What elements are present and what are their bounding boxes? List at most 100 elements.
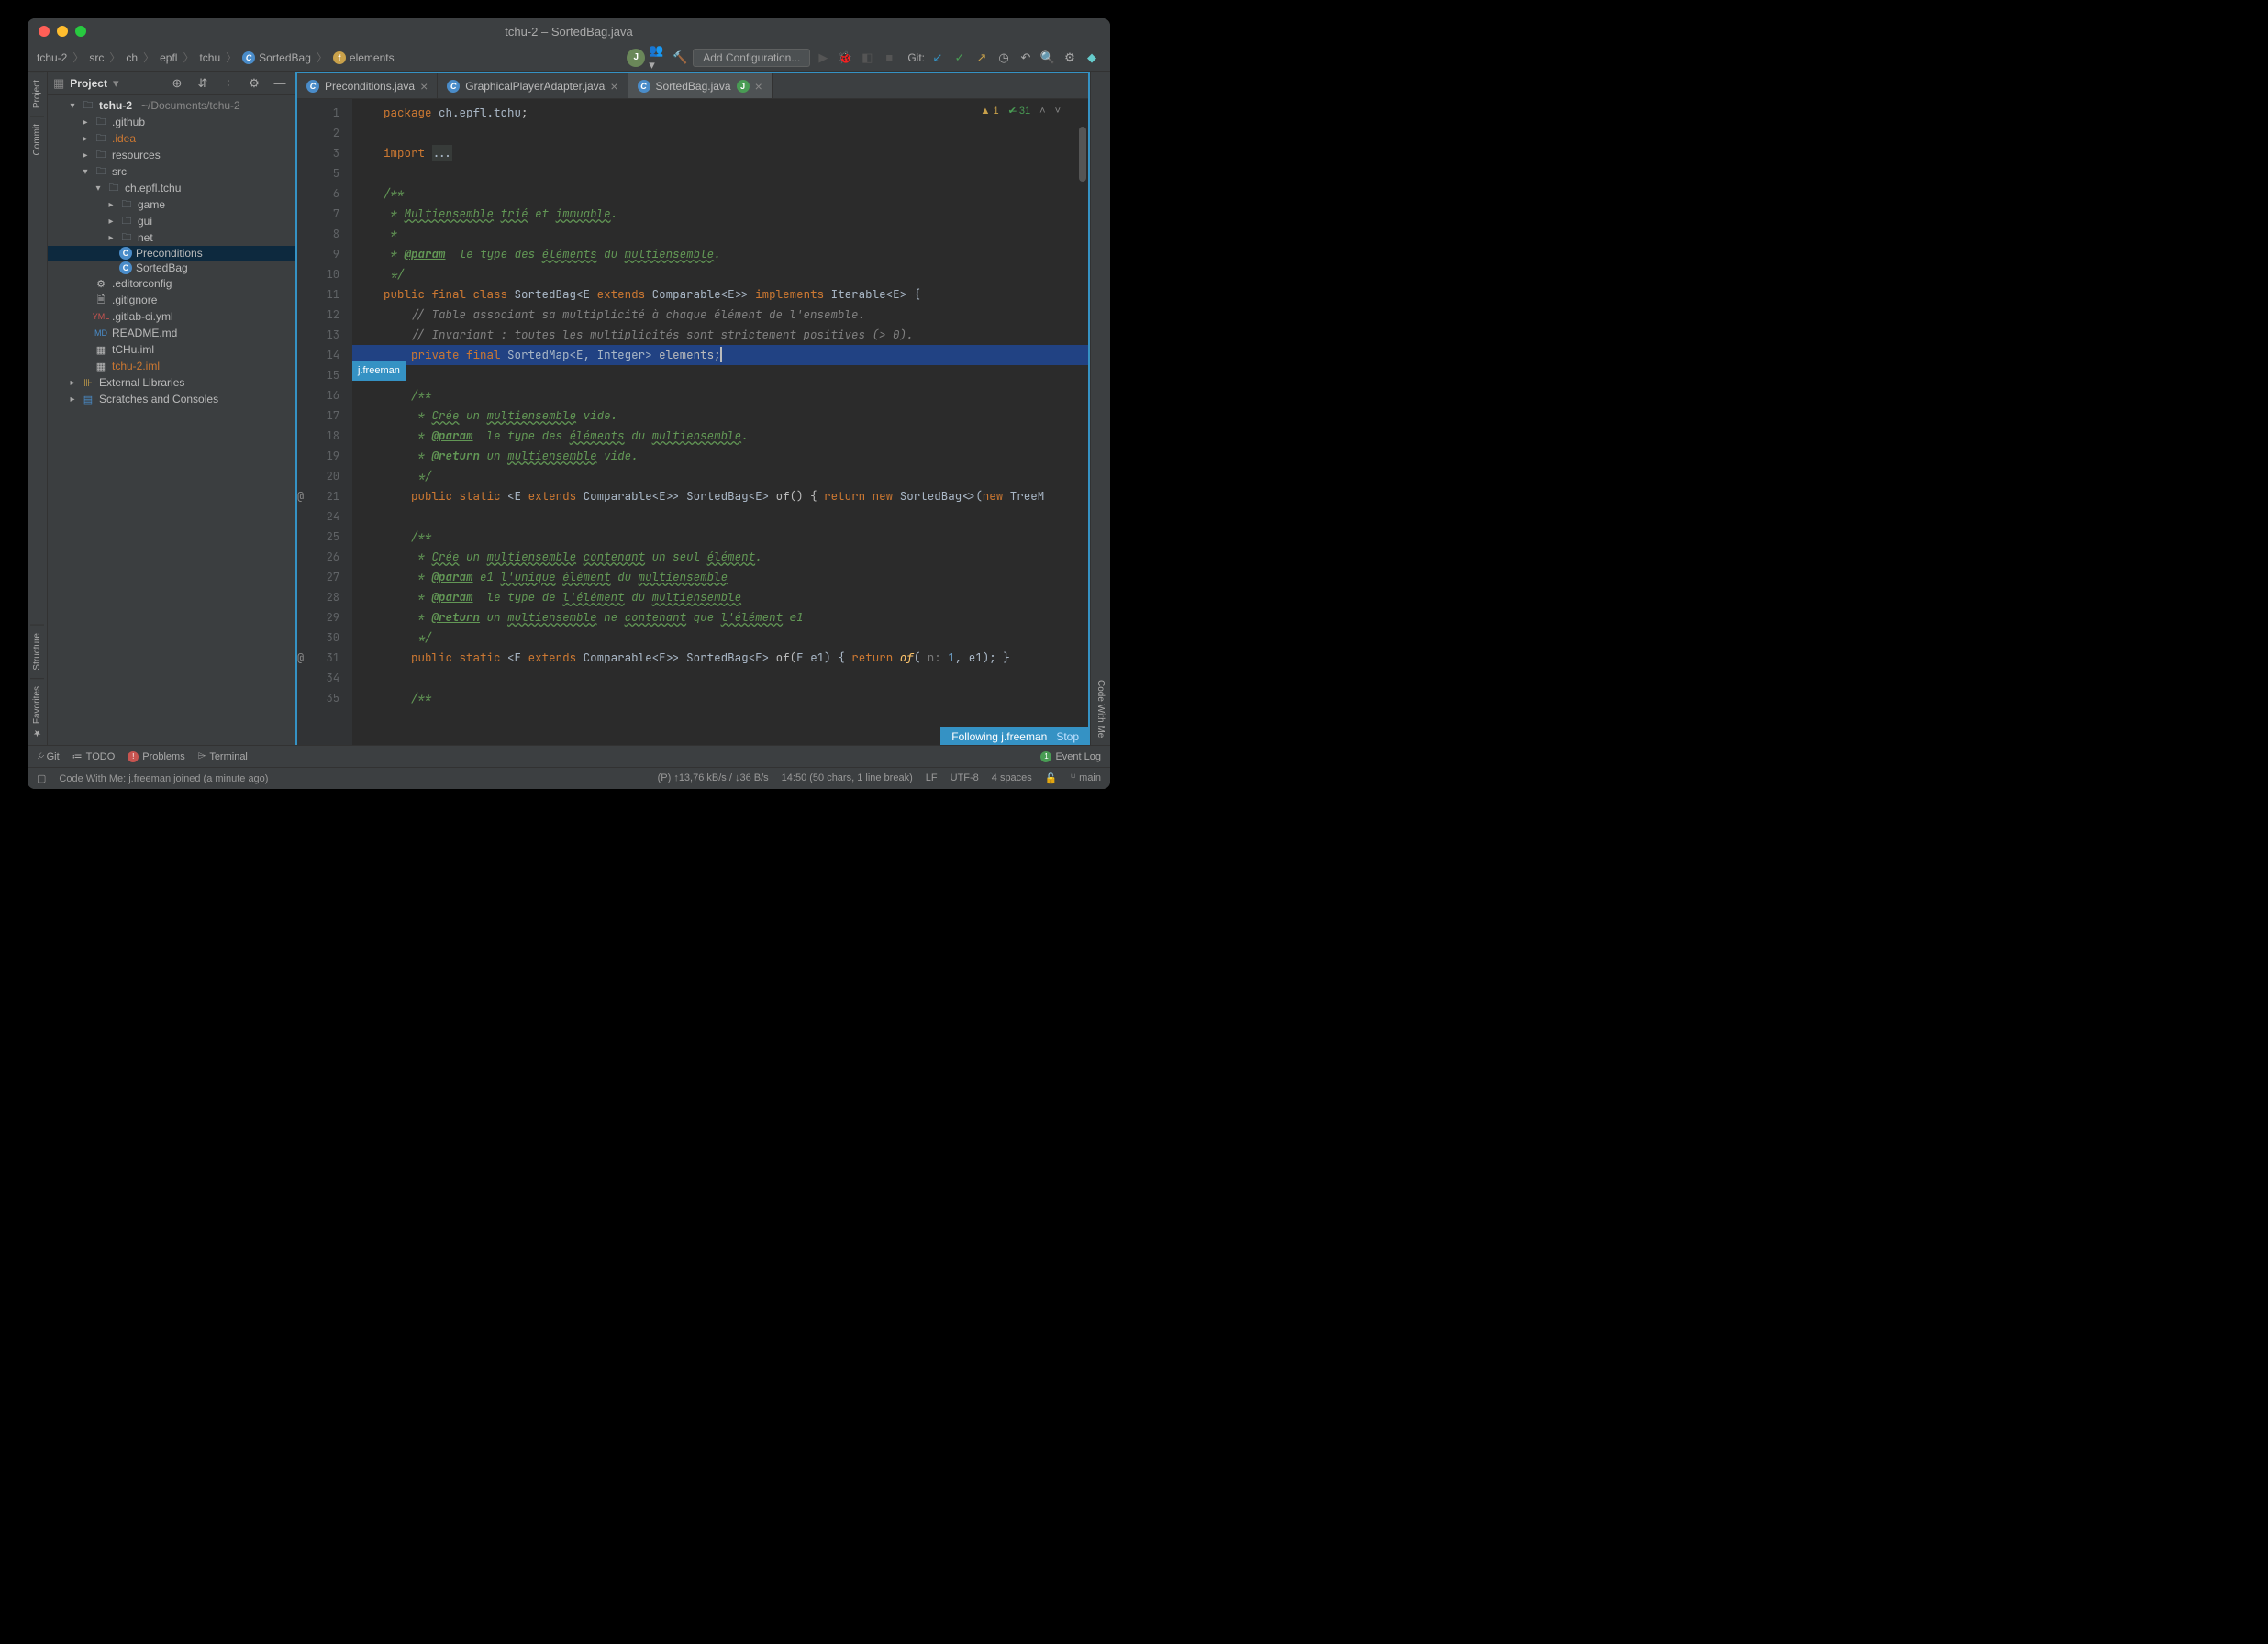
typo-icon[interactable]: ✔̶ 31 xyxy=(1008,105,1031,117)
tree-item[interactable]: ▦tchu-2.iml xyxy=(48,358,295,374)
stop-icon[interactable]: ■ xyxy=(880,49,898,67)
search-icon[interactable]: 🔍 xyxy=(1039,49,1057,67)
select-opened-icon[interactable]: ⊕ xyxy=(168,74,186,93)
event-log[interactable]: 1Event Log xyxy=(1040,751,1101,762)
minimize-window-button[interactable] xyxy=(57,26,68,37)
scrollbar-thumb[interactable] xyxy=(1079,127,1086,182)
maximize-window-button[interactable] xyxy=(75,26,86,37)
status-lock-icon[interactable]: 🔓 xyxy=(1045,772,1058,784)
java-class-icon: C xyxy=(306,80,319,93)
yml-icon: YML xyxy=(94,309,108,324)
editor[interactable]: 123567891011121314151617181920@212425262… xyxy=(297,99,1088,745)
run-icon[interactable]: ▶ xyxy=(814,49,832,67)
close-window-button[interactable] xyxy=(39,26,50,37)
ide-logo-icon[interactable]: ◆ xyxy=(1083,49,1101,67)
inspect-up-icon[interactable]: ˄ xyxy=(1040,106,1045,117)
git-history-icon[interactable]: ◷ xyxy=(995,49,1013,67)
coverage-icon[interactable]: ◧ xyxy=(858,49,876,67)
editor-tab[interactable]: CSortedBag.javaJ× xyxy=(628,73,773,98)
sidebar-header: ▦ Project ▾ ⊕ ⇵ ÷ ⚙ — xyxy=(48,72,295,95)
sidebar-settings-icon[interactable]: ⚙ xyxy=(245,74,263,93)
warning-icon[interactable]: ▲ 1 xyxy=(981,106,999,117)
tool-favorites-tab[interactable]: ★Favorites xyxy=(30,678,44,745)
tree-item[interactable]: ▸🗀net xyxy=(48,229,295,246)
folder-icon: 🗀 xyxy=(81,98,95,113)
editor-tab[interactable]: CPreconditions.java× xyxy=(297,73,438,98)
collapse-all-icon[interactable]: ÷ xyxy=(219,74,238,93)
git-rollback-icon[interactable]: ↶ xyxy=(1017,49,1035,67)
tree-item[interactable]: CPreconditions xyxy=(48,246,295,261)
code-area[interactable]: package ch.epfl.tchu; import ... /** * M… xyxy=(352,99,1088,745)
right-tool-gutter: Code With Me xyxy=(1090,72,1110,745)
following-stop-button[interactable]: Stop xyxy=(1056,730,1079,743)
git-push-icon[interactable]: ↗ xyxy=(973,49,991,67)
settings-icon[interactable]: ⚙ xyxy=(1061,49,1079,67)
run-config-button[interactable]: Add Configuration... xyxy=(693,49,810,67)
tree-item[interactable]: ▦tCHu.iml xyxy=(48,341,295,358)
sidebar-title: Project xyxy=(70,77,107,90)
status-message: Code With Me: j.freeman joined (a minute… xyxy=(59,773,268,784)
tool-terminal[interactable]: ⌲Terminal xyxy=(198,750,248,762)
status-line-sep[interactable]: LF xyxy=(926,772,938,784)
tree-item[interactable]: ▸🗀.github xyxy=(48,114,295,130)
tree-item[interactable]: ⚙.editorconfig xyxy=(48,275,295,292)
close-tab-icon[interactable]: × xyxy=(755,79,762,94)
tool-structure-tab[interactable]: Structure xyxy=(30,625,44,678)
left-tool-gutter: Project Commit Structure ★Favorites xyxy=(28,72,48,745)
tool-git[interactable]: ⑂Git xyxy=(37,751,60,762)
tree-item[interactable]: ▸🗀.idea xyxy=(48,130,295,147)
status-position[interactable]: 14:50 (50 chars, 1 line break) xyxy=(782,772,913,784)
tool-commit-tab[interactable]: Commit xyxy=(30,116,44,162)
tree-item[interactable]: CSortedBag xyxy=(48,261,295,275)
tree-item[interactable]: ▾🗀src xyxy=(48,163,295,180)
status-encoding[interactable]: UTF-8 xyxy=(951,772,979,784)
project-tree[interactable]: ▾🗀tchu-2~/Documents/tchu-2▸🗀.github▸🗀.id… xyxy=(48,95,295,745)
breadcrumb[interactable]: tchu-2〉 src〉 ch〉 epfl〉 tchu〉 CSortedBag〉… xyxy=(37,50,395,65)
iml-icon: ▦ xyxy=(94,359,108,373)
window-title: tchu-2 – SortedBag.java xyxy=(505,25,632,39)
git-commit-icon[interactable]: ✓ xyxy=(951,49,969,67)
tool-problems[interactable]: !Problems xyxy=(128,751,184,762)
status-branch[interactable]: ⑂ main xyxy=(1071,772,1102,784)
tool-todo[interactable]: ≔TODO xyxy=(72,750,116,762)
tree-item[interactable]: ▸🗀game xyxy=(48,196,295,213)
tree-item[interactable]: ▸▤Scratches and Consoles xyxy=(48,391,295,407)
line-gutter[interactable]: 123567891011121314151617181920@212425262… xyxy=(297,99,352,745)
git-update-icon[interactable]: ↙ xyxy=(928,49,947,67)
tree-item[interactable]: MDREADME.md xyxy=(48,325,295,341)
inspection-widget[interactable]: ▲ 1 ✔̶ 31 ˄ ˅ xyxy=(981,105,1061,117)
class-icon: C xyxy=(119,247,132,260)
bottom-toolbar: ⑂Git ≔TODO !Problems ⌲Terminal 1Event Lo… xyxy=(28,745,1110,767)
editor-tab[interactable]: CGraphicalPlayerAdapter.java× xyxy=(438,73,628,98)
cwm-users-icon[interactable]: 👥▾ xyxy=(649,49,667,67)
project-sidebar: ▦ Project ▾ ⊕ ⇵ ÷ ⚙ — ▾🗀tchu-2~/Document… xyxy=(48,72,295,745)
tool-cwm-tab[interactable]: Code With Me xyxy=(1094,672,1107,745)
tree-item[interactable]: ▸⊪External Libraries xyxy=(48,374,295,391)
hide-sidebar-icon[interactable]: — xyxy=(271,74,289,93)
user-avatar[interactable]: J xyxy=(627,49,645,67)
inspect-down-icon[interactable]: ˅ xyxy=(1055,106,1061,117)
tree-item[interactable]: ▾🗀tchu-2~/Documents/tchu-2 xyxy=(48,97,295,114)
folder-icon: 🗀 xyxy=(119,230,134,245)
close-tab-icon[interactable]: × xyxy=(610,79,617,94)
tree-item[interactable]: ▸🗀resources xyxy=(48,147,295,163)
folder-icon: 🗀 xyxy=(94,164,108,179)
following-label: Following j.freeman xyxy=(951,730,1047,743)
tool-project-tab[interactable]: Project xyxy=(30,72,44,116)
tree-item[interactable]: ▾🗀ch.epfl.tchu xyxy=(48,180,295,196)
folder-icon: 🗀 xyxy=(94,131,108,146)
ide-window: tchu-2 – SortedBag.java tchu-2〉 src〉 ch〉… xyxy=(28,18,1110,789)
tree-item[interactable]: ▸🗀gui xyxy=(48,213,295,229)
status-indent[interactable]: 4 spaces xyxy=(992,772,1032,784)
java-class-icon: C xyxy=(638,80,650,93)
tree-item[interactable]: YML.gitlab-ci.yml xyxy=(48,308,295,325)
scratch-icon: ▤ xyxy=(81,392,95,406)
tree-item[interactable]: 🗎.gitignore xyxy=(48,292,295,308)
close-tab-icon[interactable]: × xyxy=(420,79,428,94)
expand-all-icon[interactable]: ⇵ xyxy=(194,74,212,93)
build-icon[interactable]: 🔨 xyxy=(671,49,689,67)
status-window-icon[interactable]: ▢ xyxy=(37,772,46,784)
cursor-user-label: j.freeman xyxy=(352,361,406,381)
md-icon: MD xyxy=(94,326,108,340)
debug-icon[interactable]: 🐞 xyxy=(836,49,854,67)
